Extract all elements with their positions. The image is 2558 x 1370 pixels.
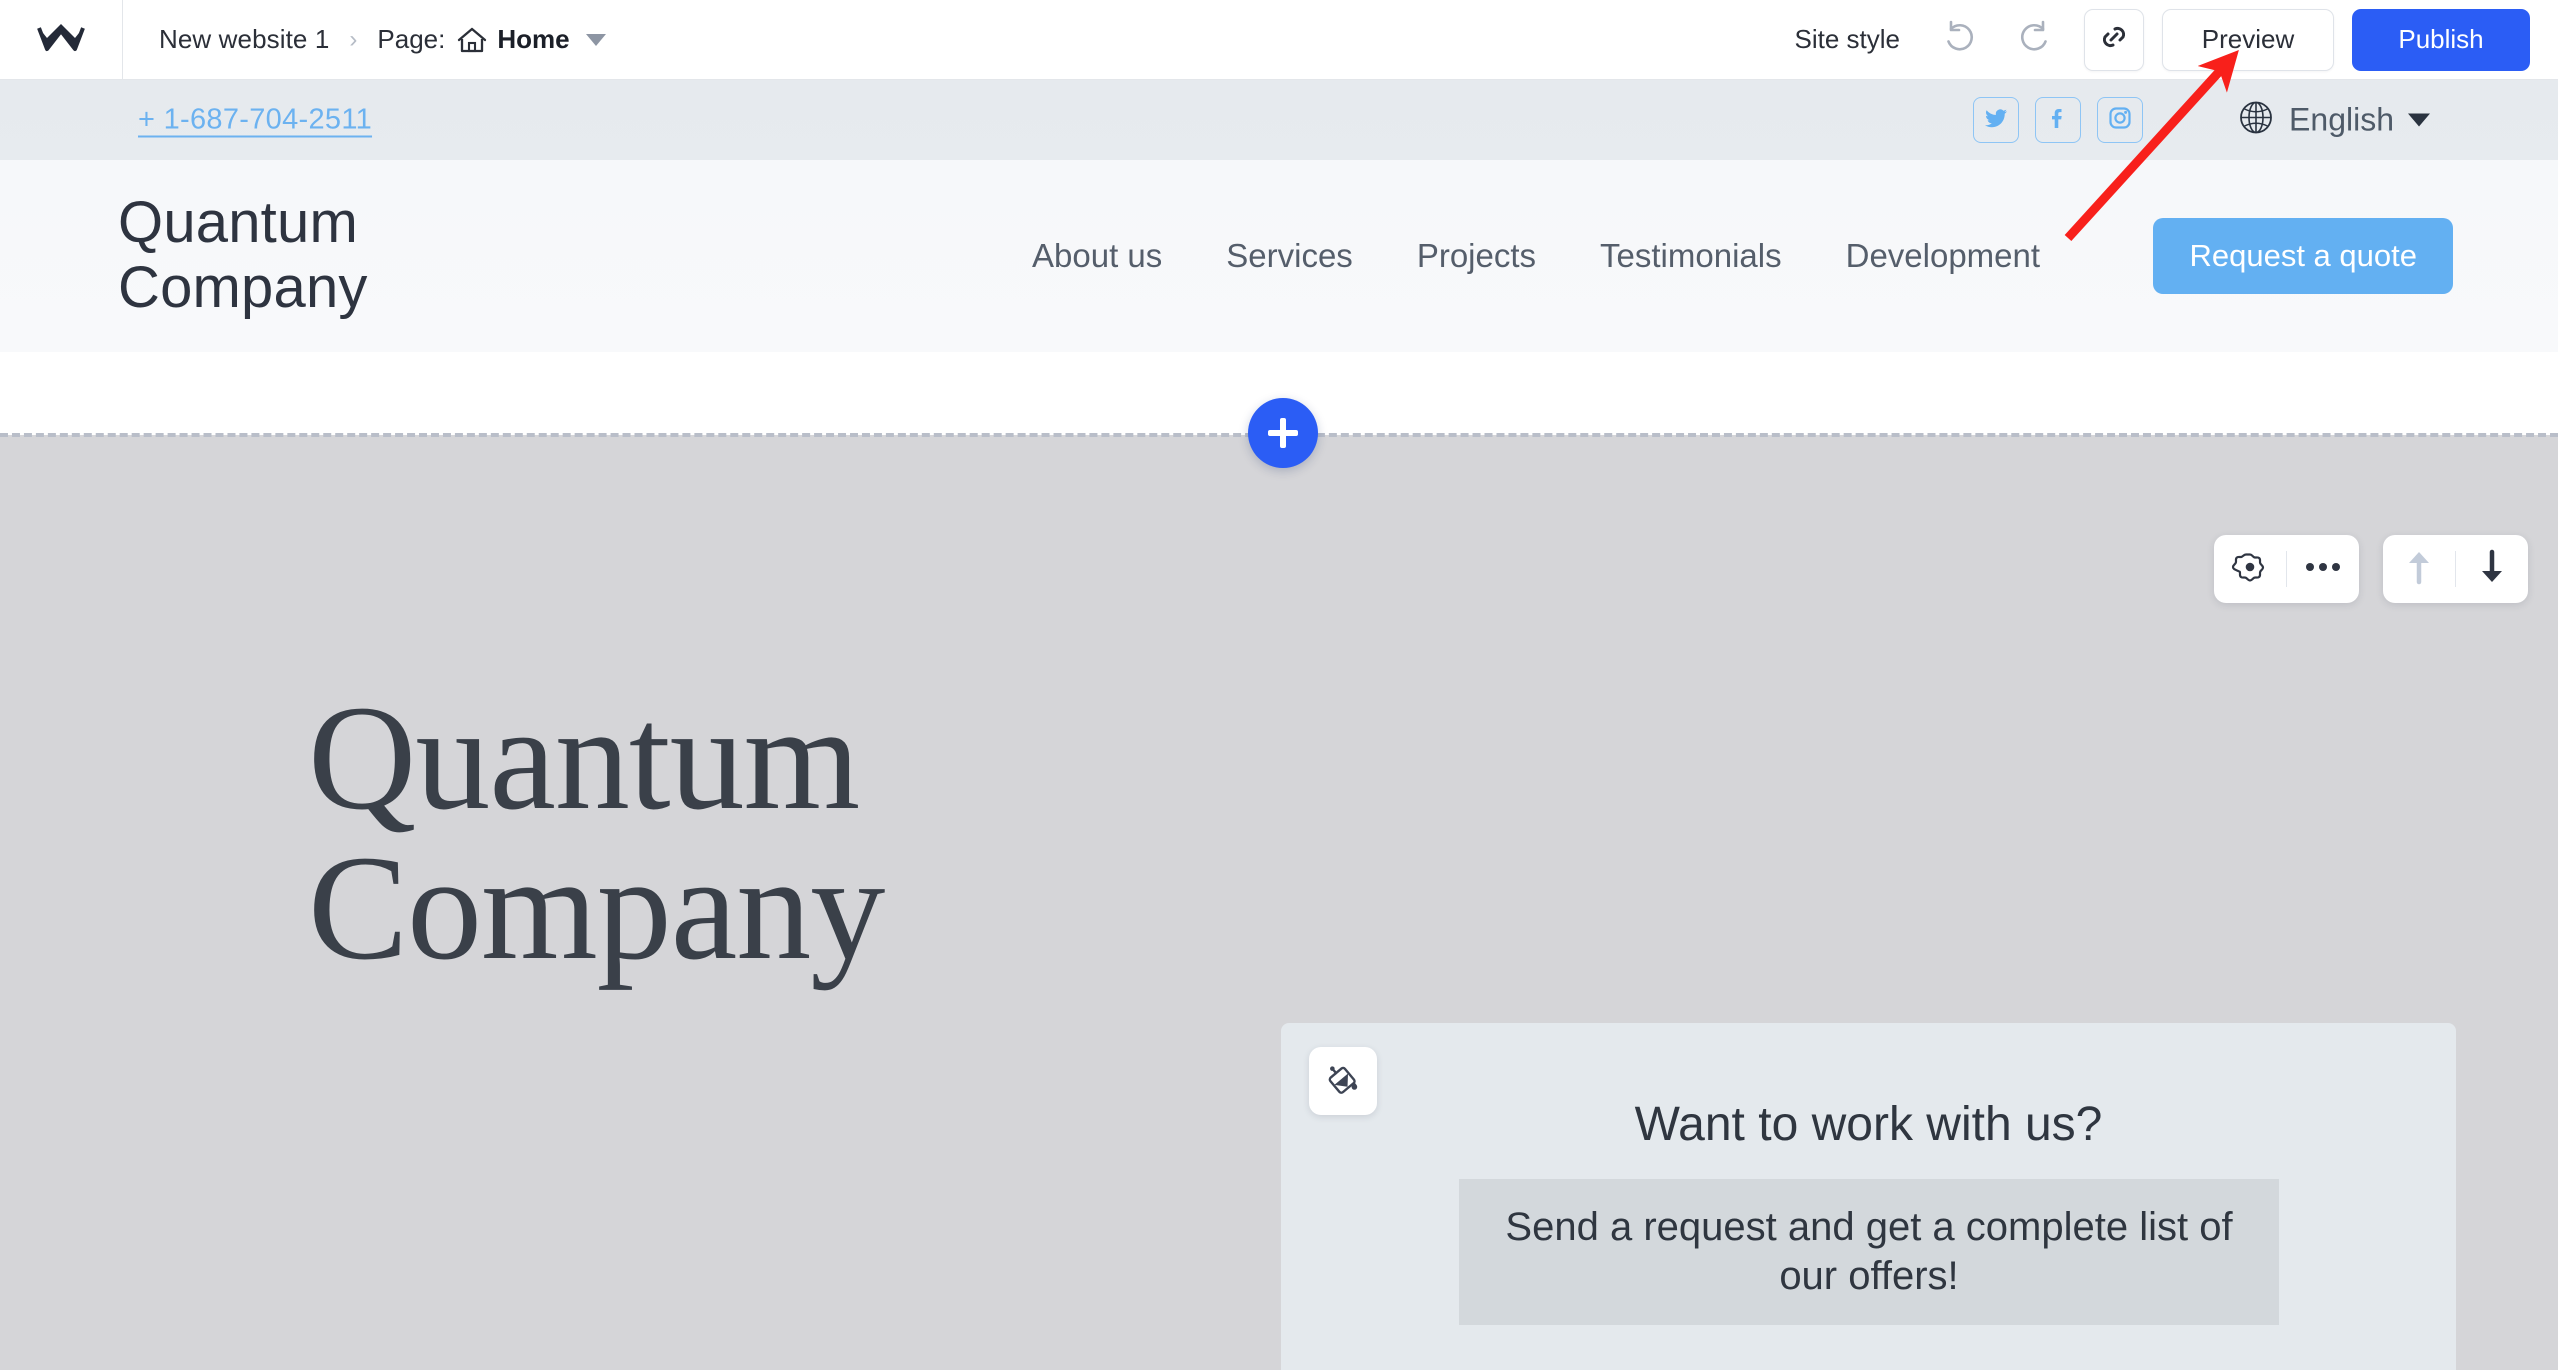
brand-line-2: Company [118, 256, 368, 321]
social-link-facebook[interactable] [2035, 97, 2081, 143]
site-style-button[interactable]: Site style [1781, 16, 1915, 63]
nav-item-development[interactable]: Development [1814, 237, 2072, 275]
social-links [1973, 97, 2143, 143]
instagram-icon [2107, 105, 2133, 136]
section-toolbar [2214, 535, 2528, 603]
brand-line-1: Quantum [118, 191, 368, 256]
wix-crown-logo-icon [35, 22, 87, 58]
section-more-options-button[interactable] [2287, 535, 2359, 603]
facebook-icon [2045, 105, 2071, 136]
breadcrumb: New website 1 › Page: Home [159, 24, 606, 55]
language-label: English [2289, 102, 2394, 139]
redo-button[interactable] [2004, 9, 2066, 71]
chevron-down-icon[interactable] [586, 34, 606, 46]
language-selector[interactable]: English [2237, 99, 2430, 142]
nav-item-services[interactable]: Services [1194, 237, 1385, 275]
hero-title: Quantum Company [308, 683, 884, 983]
site-canvas: + 1-687-704-2511 [0, 80, 2558, 1370]
paint-bucket-icon [1325, 1061, 1361, 1102]
breadcrumb-separator-icon: › [349, 28, 357, 52]
ellipsis-icon [2304, 560, 2342, 578]
breadcrumb-page-name[interactable]: Home [497, 24, 569, 55]
home-icon [457, 26, 487, 54]
nav-item-projects[interactable]: Projects [1385, 237, 1568, 275]
app-logo-button[interactable] [0, 0, 123, 80]
hero-title-line-2: Company [308, 833, 884, 983]
phone-link[interactable]: + 1-687-704-2511 [138, 104, 372, 137]
breadcrumb-page-label: Page: [377, 24, 445, 55]
section-settings-button[interactable] [2214, 535, 2286, 603]
site-navigation: About us Services Projects Testimonials … [1000, 237, 2072, 275]
nav-item-about-us[interactable]: About us [1000, 237, 1194, 275]
share-link-button[interactable] [2084, 9, 2144, 71]
site-brand-logo[interactable]: Quantum Company [118, 191, 368, 321]
move-section-up-button[interactable] [2383, 535, 2455, 603]
breadcrumb-site-name[interactable]: New website 1 [159, 24, 329, 55]
globe-icon [2237, 99, 2275, 142]
nav-item-testimonials[interactable]: Testimonials [1568, 237, 1814, 275]
arrow-up-icon [2404, 548, 2434, 591]
move-section-down-button[interactable] [2456, 535, 2528, 603]
social-link-twitter[interactable] [1973, 97, 2019, 143]
chevron-down-icon[interactable] [2408, 114, 2430, 127]
section-settings-group [2214, 535, 2359, 603]
section-move-group [2383, 535, 2528, 603]
site-header: Quantum Company About us Services Projec… [0, 160, 2558, 352]
form-subtitle: Send a request and get a complete list o… [1459, 1179, 2279, 1325]
redo-icon [2015, 17, 2055, 62]
undo-button[interactable] [1928, 9, 1990, 71]
contact-form-panel[interactable]: Want to work with us? Send a request and… [1281, 1023, 2456, 1370]
link-icon [2098, 21, 2130, 58]
preview-button[interactable]: Preview [2162, 9, 2334, 71]
add-section-button[interactable] [1248, 398, 1318, 468]
social-link-instagram[interactable] [2097, 97, 2143, 143]
undo-icon [1939, 17, 1979, 62]
gear-icon [2231, 548, 2269, 591]
request-a-quote-button[interactable]: Request a quote [2153, 218, 2453, 294]
arrow-down-icon [2477, 548, 2507, 591]
editor-top-bar: New website 1 › Page: Home Site style [0, 0, 2558, 80]
hero-title-line-1: Quantum [308, 683, 884, 833]
plus-icon [1268, 418, 1298, 448]
site-top-strip: + 1-687-704-2511 [0, 80, 2558, 160]
twitter-icon [1983, 105, 2009, 136]
hero-section[interactable]: Quantum Company [0, 435, 2558, 1370]
editor-toolbar-right: Site style [1781, 9, 2558, 71]
form-title: Want to work with us? [1281, 1097, 2456, 1152]
publish-button[interactable]: Publish [2352, 9, 2530, 71]
